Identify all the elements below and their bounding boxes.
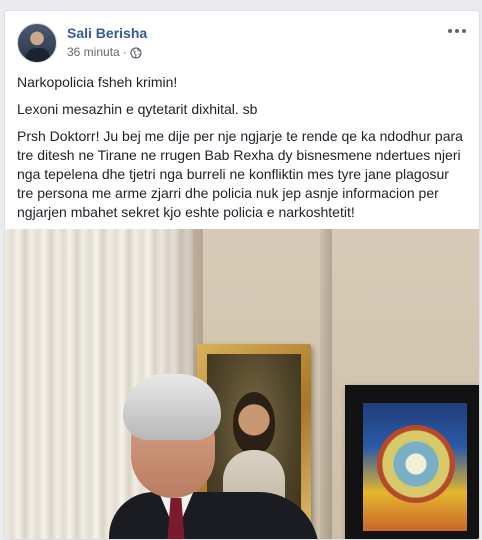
post-paragraph-headline: Narkopolicia fsheh krimin! [17, 74, 178, 90]
post-paragraph-message: Prsh Doktorr! Ju bej me dije per nje ngj… [17, 128, 463, 220]
photo-person [109, 374, 319, 539]
author-name-link[interactable]: Sali Berisha [67, 25, 147, 41]
post-paragraph-intro: Lexoni mesazhin e qytetarit dixhital. sb [17, 101, 258, 117]
meta-separator: · [122, 45, 127, 59]
person-suit [109, 492, 319, 539]
post-text: Narkopolicia fsheh krimin! Lexoni mesazh… [17, 73, 469, 230]
post-timestamp[interactable]: 36 minuta [67, 45, 120, 59]
person-hair [123, 374, 221, 440]
artwork-mandala [377, 425, 455, 503]
post-photo[interactable] [5, 229, 479, 539]
post-meta: 36 minuta · [67, 45, 142, 59]
photo-wall-corner [320, 229, 332, 539]
post-card: Sali Berisha 36 minuta · Narkopolicia fs… [4, 10, 480, 540]
post-header: Sali Berisha 36 minuta · [17, 23, 469, 63]
author-avatar[interactable] [17, 23, 57, 63]
photo-abstract-artwork [345, 385, 479, 539]
globe-icon[interactable] [130, 46, 142, 59]
artwork-canvas [363, 403, 467, 531]
more-options-icon[interactable] [447, 25, 467, 37]
